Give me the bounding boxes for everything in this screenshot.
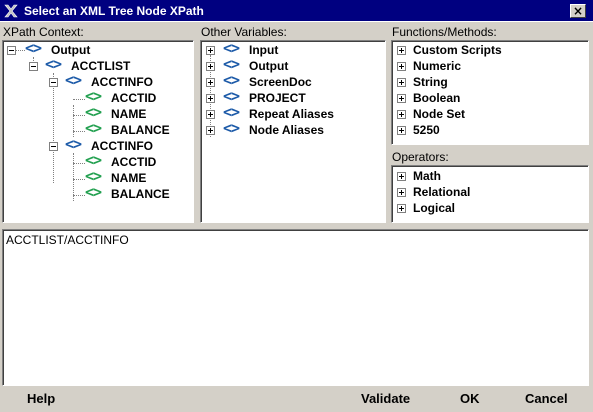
collapse-icon[interactable]: [49, 78, 58, 87]
expand-icon[interactable]: [397, 62, 406, 71]
operator-item-logical[interactable]: Logical: [392, 200, 588, 216]
operator-label: Relational: [413, 185, 471, 199]
expand-icon[interactable]: [397, 126, 406, 135]
function-item-boolean[interactable]: Boolean: [392, 90, 588, 106]
expand-icon[interactable]: [397, 46, 406, 55]
tree-node-output[interactable]: <> Output: [3, 40, 193, 58]
xml-node-icon: <>: [223, 71, 240, 89]
variable-label: ScreenDoc: [249, 75, 312, 89]
function-label: 5250: [413, 123, 440, 137]
function-item-numeric[interactable]: Numeric: [392, 58, 588, 74]
expand-icon[interactable]: [397, 94, 406, 103]
xml-node-icon: <>: [223, 119, 240, 137]
functions-tree[interactable]: Custom Scripts Numeric String Boolean No…: [391, 40, 589, 145]
xml-node-icon: <>: [223, 103, 240, 121]
window-title: Select an XML Tree Node XPath: [24, 4, 204, 18]
close-icon: ×: [572, 4, 584, 18]
function-label: Custom Scripts: [413, 43, 502, 57]
expand-icon[interactable]: [206, 78, 215, 87]
other-variables-label: Other Variables:: [201, 25, 287, 39]
xml-leaf-icon: <>: [85, 167, 102, 185]
xml-node-icon: <>: [223, 55, 240, 73]
xml-leaf-icon: <>: [85, 183, 102, 201]
xml-node-icon: <>: [223, 87, 240, 105]
operator-label: Logical: [413, 201, 456, 215]
variable-label: Node Aliases: [249, 123, 324, 137]
xml-node-icon: <>: [45, 55, 62, 73]
help-button[interactable]: Help: [27, 391, 55, 406]
expand-icon[interactable]: [206, 62, 215, 71]
xpath-expression-text: ACCTLIST/ACCTINFO: [6, 233, 129, 247]
function-item-node-set[interactable]: Node Set: [392, 106, 588, 122]
function-label: Boolean: [413, 91, 461, 105]
expand-icon[interactable]: [397, 172, 406, 181]
tree-node-label: NAME: [111, 107, 147, 121]
cancel-button[interactable]: Cancel: [525, 391, 568, 406]
expand-icon[interactable]: [397, 78, 406, 87]
tree-node-label: NAME: [111, 171, 147, 185]
collapse-icon[interactable]: [29, 62, 38, 71]
expand-icon[interactable]: [206, 110, 215, 119]
operators-label: Operators:: [392, 150, 449, 164]
xpath-context-tree[interactable]: <> Output <> ACCTLIST <> ACCTINFO <> ACC…: [2, 40, 194, 223]
variable-label: Input: [249, 43, 279, 57]
tree-node-acctlist[interactable]: <> ACCTLIST: [3, 55, 193, 74]
expand-icon[interactable]: [397, 188, 406, 197]
title-bar: Select an XML Tree Node XPath ×: [0, 0, 593, 22]
xml-node-icon: <>: [65, 135, 82, 153]
collapse-icon[interactable]: [7, 46, 16, 55]
tree-node-label: BALANCE: [111, 187, 170, 201]
function-label: String: [413, 75, 448, 89]
collapse-icon[interactable]: [49, 142, 58, 151]
expand-icon[interactable]: [397, 110, 406, 119]
xpath-expression-textarea[interactable]: ACCTLIST/ACCTINFO: [2, 229, 589, 386]
function-label: Node Set: [413, 107, 466, 121]
close-button[interactable]: ×: [570, 4, 586, 18]
operator-item-relational[interactable]: Relational: [392, 184, 588, 200]
tree-node-balance[interactable]: <> BALANCE: [3, 183, 193, 202]
expand-icon[interactable]: [206, 94, 215, 103]
ok-button[interactable]: OK: [460, 391, 480, 406]
function-item-string[interactable]: String: [392, 74, 588, 90]
variable-label: PROJECT: [249, 91, 306, 105]
tree-node-label: ACCTID: [111, 155, 157, 169]
variable-label: Repeat Aliases: [249, 107, 334, 121]
xml-node-icon: <>: [25, 40, 42, 57]
xml-node-icon: <>: [65, 71, 82, 89]
operator-item-math[interactable]: Math: [392, 168, 588, 184]
xpath-context-label: XPath Context:: [3, 25, 84, 39]
function-item-5250[interactable]: 5250: [392, 122, 588, 138]
expand-icon[interactable]: [206, 126, 215, 135]
function-label: Numeric: [413, 59, 462, 73]
tree-node-label: BALANCE: [111, 123, 170, 137]
validate-button[interactable]: Validate: [361, 391, 410, 406]
xml-leaf-icon: <>: [85, 87, 102, 105]
functions-label: Functions/Methods:: [392, 25, 497, 39]
xml-leaf-icon: <>: [85, 119, 102, 137]
expand-icon[interactable]: [397, 204, 406, 213]
xml-leaf-icon: <>: [85, 103, 102, 121]
button-bar: Help Validate OK Cancel: [0, 388, 593, 412]
variable-label: Output: [249, 59, 289, 73]
tree-node-balance[interactable]: <> BALANCE: [3, 119, 193, 138]
other-variables-tree[interactable]: <> Input <> Output <> ScreenDoc <> PROJE…: [200, 40, 386, 223]
variable-item-node-aliases[interactable]: <> Node Aliases: [201, 119, 385, 138]
xml-leaf-icon: <>: [85, 151, 102, 169]
function-item-custom-scripts[interactable]: Custom Scripts: [392, 42, 588, 58]
operators-tree[interactable]: Math Relational Logical: [391, 165, 589, 223]
xml-node-icon: <>: [223, 40, 240, 57]
app-logo-icon: [3, 3, 19, 19]
expand-icon[interactable]: [206, 46, 215, 55]
operator-label: Math: [413, 169, 441, 183]
tree-node-label: ACCTID: [111, 91, 157, 105]
